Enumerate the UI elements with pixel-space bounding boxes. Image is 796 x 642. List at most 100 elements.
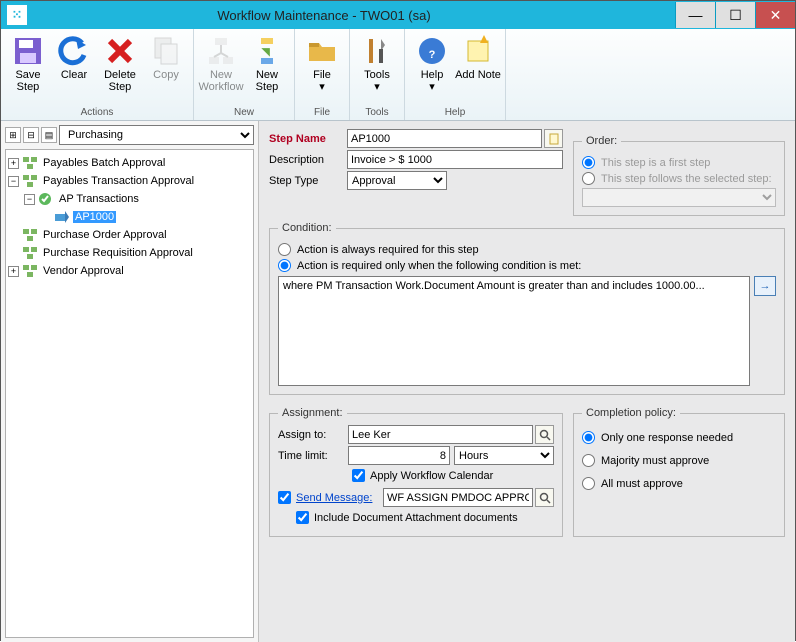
order-first-step-label: This step is a first step bbox=[601, 157, 710, 169]
minimize-button[interactable]: — bbox=[675, 2, 715, 28]
send-message-lookup-button[interactable] bbox=[535, 488, 554, 507]
help-icon: ? bbox=[416, 35, 448, 67]
completion-legend: Completion policy: bbox=[582, 407, 680, 419]
series-select[interactable]: Purchasing bbox=[59, 125, 254, 145]
copy-button: Copy bbox=[143, 33, 189, 83]
include-attachment-checkbox[interactable] bbox=[296, 511, 309, 524]
step-node-icon bbox=[54, 210, 70, 224]
add-note-button[interactable]: Add Note bbox=[455, 33, 501, 83]
workflow-node-icon bbox=[22, 264, 38, 278]
time-limit-label: Time limit: bbox=[278, 450, 348, 462]
file-menu-button[interactable]: File▾ bbox=[299, 33, 345, 95]
ribbon-group-help: Help bbox=[445, 105, 466, 120]
assign-to-input[interactable] bbox=[348, 425, 533, 444]
tree-node[interactable]: Vendor Approval bbox=[41, 265, 126, 277]
time-limit-unit-select[interactable]: Hours bbox=[454, 446, 554, 465]
order-follows-radio[interactable] bbox=[582, 172, 595, 185]
ribbon: Save Step Clear Delete Step Copy Actions… bbox=[1, 29, 795, 121]
tree-node[interactable]: AP Transactions bbox=[57, 193, 141, 205]
undo-icon bbox=[58, 35, 90, 67]
assignment-legend: Assignment: bbox=[278, 407, 347, 419]
order-group: Order: This step is a first step This st… bbox=[573, 135, 785, 216]
description-label: Description bbox=[269, 154, 347, 166]
completion-all-radio[interactable] bbox=[582, 477, 595, 490]
svg-text:?: ? bbox=[429, 49, 436, 61]
folder-icon bbox=[306, 35, 338, 67]
workflow-node-icon bbox=[22, 174, 38, 188]
search-icon bbox=[539, 429, 551, 441]
maximize-button[interactable]: ☐ bbox=[715, 2, 755, 28]
tree-node-selected[interactable]: AP1000 bbox=[73, 211, 116, 223]
condition-when-radio[interactable] bbox=[278, 259, 291, 272]
workflow-tree[interactable]: +Payables Batch Approval −Payables Trans… bbox=[5, 149, 254, 638]
step-icon bbox=[251, 35, 283, 67]
completion-majority-radio[interactable] bbox=[582, 454, 595, 467]
new-step-button[interactable]: New Step bbox=[244, 33, 290, 95]
copy-icon bbox=[150, 35, 182, 67]
navigation-panel: ⊞ ⊟ ▤ Purchasing + Payables Batch Approva… bbox=[1, 121, 259, 642]
workflow-icon bbox=[205, 35, 237, 67]
note-icon bbox=[462, 35, 494, 67]
ribbon-group-new: New bbox=[234, 105, 254, 120]
clear-button[interactable]: Clear bbox=[51, 33, 97, 83]
check-icon bbox=[38, 192, 54, 206]
order-legend: Order: bbox=[582, 135, 621, 147]
search-icon bbox=[539, 492, 551, 504]
app-logo-icon: ⁙ bbox=[7, 5, 27, 25]
order-follows-label: This step follows the selected step: bbox=[601, 173, 772, 185]
workflow-node-icon bbox=[22, 156, 38, 170]
assign-to-lookup-button[interactable] bbox=[535, 425, 554, 444]
assignment-group: Assignment: Assign to: Time limit: Hours… bbox=[269, 407, 563, 537]
condition-always-radio[interactable] bbox=[278, 243, 291, 256]
tree-node[interactable]: Purchase Requisition Approval bbox=[41, 247, 195, 259]
completion-one-radio[interactable] bbox=[582, 431, 595, 444]
help-menu-button[interactable]: ? Help▾ bbox=[409, 33, 455, 95]
delete-step-button[interactable]: Delete Step bbox=[97, 33, 143, 95]
close-button[interactable]: ✕ bbox=[755, 2, 795, 28]
description-input[interactable] bbox=[347, 150, 563, 169]
apply-calendar-checkbox[interactable] bbox=[352, 469, 365, 482]
tree-view-button[interactable]: ▤ bbox=[41, 127, 57, 143]
tree-collapse-all-button[interactable]: ⊟ bbox=[23, 127, 39, 143]
title-bar: ⁙ Workflow Maintenance - TWO01 (sa) — ☐ … bbox=[1, 1, 795, 29]
note-lookup-button[interactable] bbox=[544, 129, 563, 148]
tools-menu-button[interactable]: Tools▾ bbox=[354, 33, 400, 95]
delete-icon bbox=[104, 35, 136, 67]
workflow-node-icon bbox=[22, 246, 38, 260]
tree-node[interactable]: Payables Transaction Approval bbox=[41, 175, 196, 187]
assign-to-label: Assign to: bbox=[278, 429, 348, 441]
completion-policy-group: Completion policy: Only one response nee… bbox=[573, 407, 785, 537]
expand-icon[interactable]: + bbox=[8, 266, 19, 277]
tree-expand-all-button[interactable]: ⊞ bbox=[5, 127, 21, 143]
tree-node[interactable]: Purchase Order Approval bbox=[41, 229, 169, 241]
tools-icon bbox=[361, 35, 393, 67]
ribbon-group-actions: Actions bbox=[81, 105, 114, 120]
condition-always-label: Action is always required for this step bbox=[297, 244, 479, 256]
ribbon-group-file: File bbox=[314, 105, 330, 120]
step-type-select[interactable]: Approval bbox=[347, 171, 447, 190]
save-step-button[interactable]: Save Step bbox=[5, 33, 51, 95]
collapse-icon[interactable]: − bbox=[24, 194, 35, 205]
completion-majority-label: Majority must approve bbox=[601, 455, 709, 467]
condition-text[interactable]: where PM Transaction Work.Document Amoun… bbox=[278, 276, 750, 386]
collapse-icon[interactable]: − bbox=[8, 176, 19, 187]
apply-calendar-label: Apply Workflow Calendar bbox=[370, 470, 493, 482]
send-message-checkbox[interactable] bbox=[278, 491, 291, 504]
step-type-label: Step Type bbox=[269, 175, 347, 187]
step-name-input[interactable] bbox=[347, 129, 542, 148]
condition-group: Condition: Action is always required for… bbox=[269, 222, 785, 395]
condition-expand-button[interactable]: → bbox=[754, 276, 776, 296]
new-workflow-button: New Workflow bbox=[198, 33, 244, 95]
time-limit-input[interactable] bbox=[348, 446, 450, 465]
tree-node[interactable]: Payables Batch Approval bbox=[41, 157, 167, 169]
send-message-input[interactable] bbox=[383, 488, 533, 507]
completion-one-label: Only one response needed bbox=[601, 432, 733, 444]
completion-all-label: All must approve bbox=[601, 478, 683, 490]
include-attachment-label: Include Document Attachment documents bbox=[314, 512, 518, 524]
condition-when-label: Action is required only when the followi… bbox=[297, 260, 581, 272]
expand-icon[interactable]: + bbox=[8, 158, 19, 169]
order-first-step-radio[interactable] bbox=[582, 156, 595, 169]
order-follows-select bbox=[582, 188, 776, 207]
window-title: Workflow Maintenance - TWO01 (sa) bbox=[33, 8, 675, 23]
send-message-link[interactable]: Send Message: bbox=[296, 492, 383, 504]
